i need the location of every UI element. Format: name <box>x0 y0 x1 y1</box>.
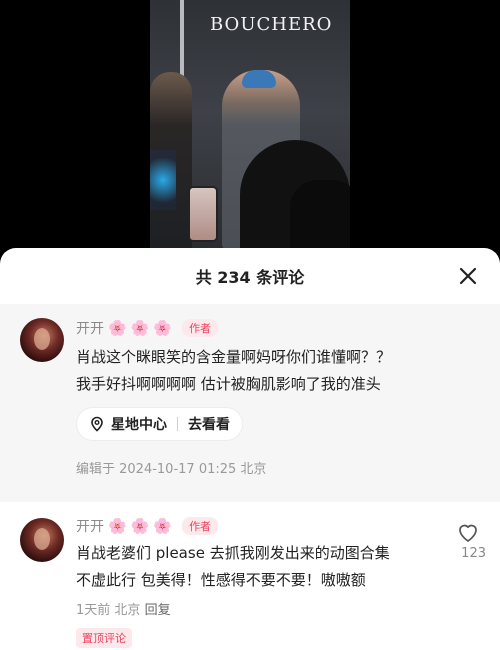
location-pin-icon <box>91 416 103 432</box>
comment-location: 北京 <box>114 603 141 618</box>
comment-body: 肖战这个眯眼笑的含金量啊妈呀你们谁懂啊？？ 我手好抖啊啊啊啊 估计被胸肌影响了我… <box>76 344 391 398</box>
crowd-silhouette-2 <box>290 180 350 250</box>
close-icon <box>459 267 477 285</box>
flower-emoji: 🌸 <box>130 516 150 535</box>
user-name[interactable]: 开开 <box>76 516 104 536</box>
comment-line: 肖战老婆们 please 去抓我刚发出来的动图合集 <box>76 544 390 562</box>
flower-emoji: 🌸 <box>153 318 173 337</box>
chip-divider <box>177 417 178 431</box>
comment-count-title: 共 234 条评论 <box>195 268 305 287</box>
event-photo: BOUCHERO <box>150 0 350 250</box>
flower-emoji: 🌸 <box>108 318 127 337</box>
avatar[interactable] <box>20 518 64 562</box>
comment-line: 肖战这个眯眼笑的含金量啊妈呀你们谁懂啊？？ <box>76 348 392 366</box>
phone-in-hand <box>188 186 218 242</box>
flower-emoji: 🌸 <box>130 318 150 337</box>
light-glow <box>150 150 176 210</box>
comment-line: 不虚此行 包美得！性感得不要不要！嗷嗷额 <box>76 571 366 589</box>
pinned-tag: 置顶评论 <box>76 628 132 648</box>
author-comment[interactable]: 开开 🌸 🌸 🌸 作者 肖战这个眯眼笑的含金量啊妈呀你们谁懂啊？？ 我手好抖啊啊… <box>0 304 500 502</box>
comment-header: 开开 🌸 🌸 🌸 作者 <box>76 318 219 338</box>
brand-sign: BOUCHERO <box>210 14 333 35</box>
close-button[interactable] <box>454 262 482 290</box>
comment-header: 开开 🌸 🌸 🌸 作者 <box>76 516 219 536</box>
location-label: 星地中心 <box>111 417 167 433</box>
avatar[interactable] <box>20 318 64 362</box>
like-button[interactable] <box>454 521 482 547</box>
edit-meta: 编辑于 2024-10-17 01:25 北京 <box>76 462 267 477</box>
comment-line: 我手好抖啊啊啊啊 估计被胸肌影响了我的准头 <box>76 375 381 393</box>
like-count: 123 <box>461 546 486 561</box>
comment-time: 1天前 <box>76 603 111 618</box>
comment-meta: 1天前 北京 回复 <box>76 599 171 618</box>
reply-button[interactable]: 回复 <box>145 603 171 618</box>
sheet-header: 共 234 条评论 <box>0 248 500 304</box>
author-badge: 作者 <box>182 517 219 535</box>
user-name[interactable]: 开开 <box>76 318 104 338</box>
flower-emoji: 🌸 <box>153 516 173 535</box>
comment-sheet: 共 234 条评论 开开 🌸 🌸 🌸 作者 肖战这个眯眼笑的含金量啊妈呀你们谁懂… <box>0 248 500 650</box>
author-badge: 作者 <box>182 319 219 337</box>
flower-emoji: 🌸 <box>108 516 127 535</box>
location-chip[interactable]: 星地中心 去看看 <box>76 407 243 441</box>
comment-body: 肖战老婆们 please 去抓我刚发出来的动图合集 不虚此行 包美得！性感得不要… <box>76 540 390 594</box>
post-media[interactable]: BOUCHERO <box>0 0 500 250</box>
go-see-link[interactable]: 去看看 <box>188 414 230 434</box>
heart-icon <box>459 524 477 542</box>
